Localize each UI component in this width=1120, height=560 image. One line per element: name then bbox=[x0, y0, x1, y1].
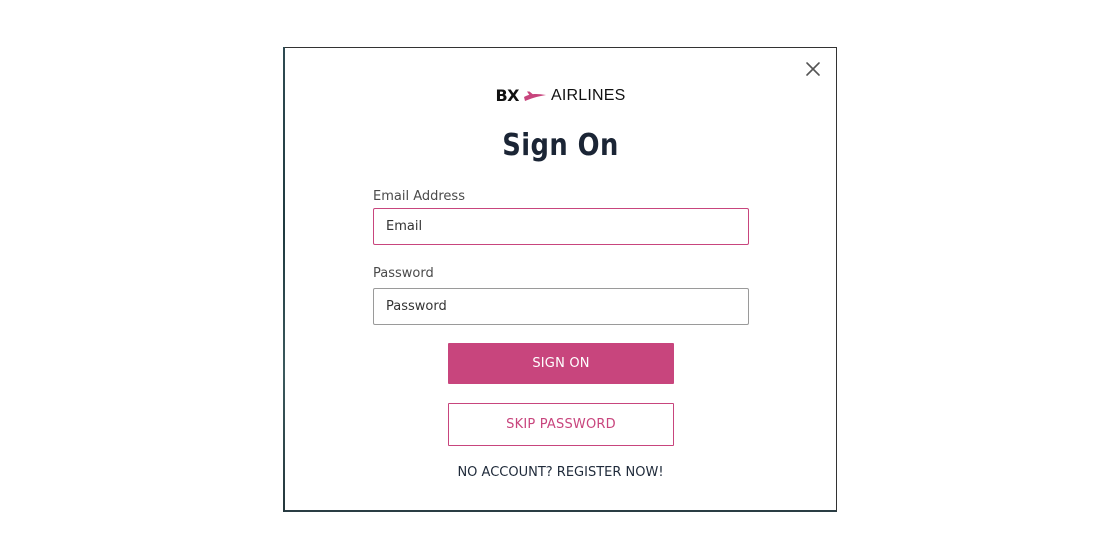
sign-on-button[interactable]: SIGN ON bbox=[448, 343, 674, 384]
close-icon bbox=[806, 62, 820, 76]
register-link[interactable]: NO ACCOUNT? REGISTER NOW! bbox=[285, 465, 836, 480]
skip-password-button[interactable]: SKIP PASSWORD bbox=[448, 403, 674, 446]
brand-code: BX bbox=[495, 86, 519, 105]
brand-name: AIRLINES bbox=[551, 86, 626, 104]
airplane-swoosh-icon bbox=[524, 91, 546, 101]
page-title: Sign On bbox=[502, 128, 619, 163]
password-field[interactable] bbox=[373, 288, 749, 325]
page: BX AIRLINES Sign On Email Address Passwo… bbox=[0, 0, 1120, 560]
email-field[interactable] bbox=[373, 208, 749, 245]
close-button[interactable] bbox=[804, 60, 822, 78]
password-label: Password bbox=[373, 266, 434, 281]
sign-on-modal: BX AIRLINES Sign On Email Address Passwo… bbox=[285, 47, 837, 512]
email-label: Email Address bbox=[373, 189, 465, 204]
brand-logo: BX AIRLINES bbox=[285, 86, 836, 105]
